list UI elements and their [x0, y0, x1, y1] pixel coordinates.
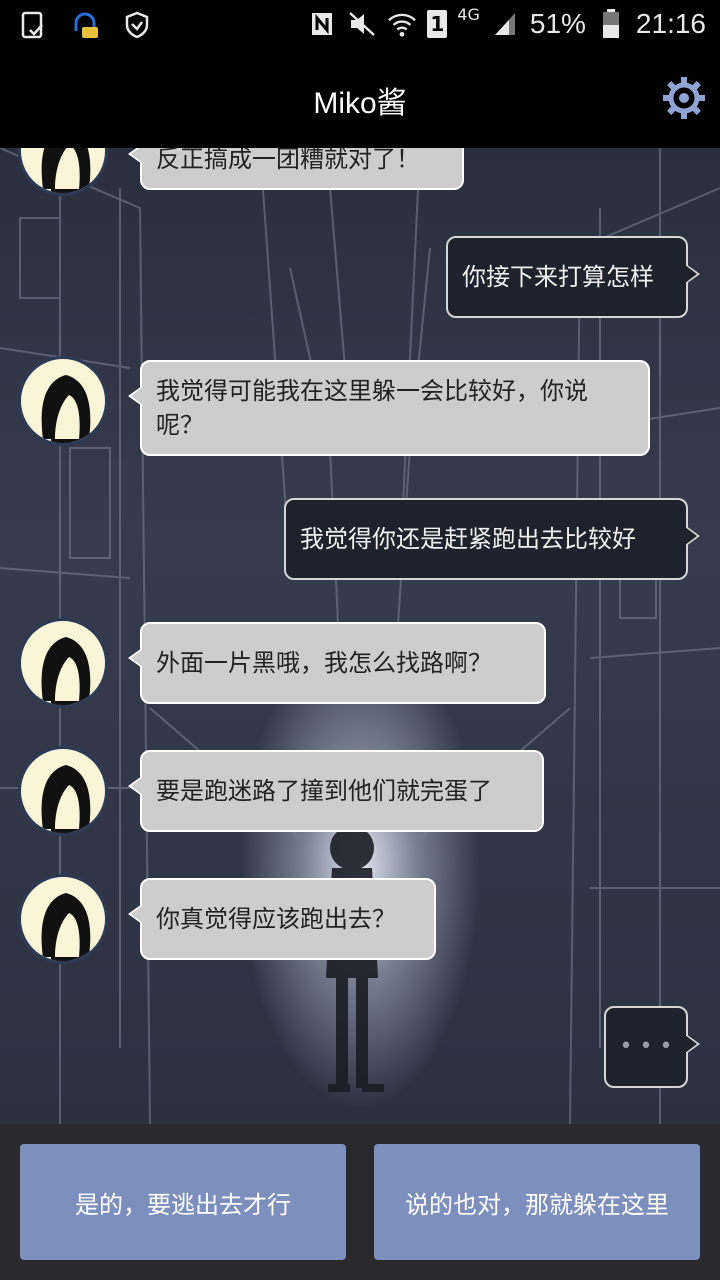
chat-area[interactable]: 反正搞成一团糟就对了！ 你接下来打算怎样 我觉得可能我在这里躲一会比较好，你说呢… [0, 148, 720, 1124]
mute-icon [347, 7, 377, 41]
message-bubble: 你真觉得应该跑出去？ [128, 878, 436, 960]
message-text: 反正搞成一团糟就对了！ [156, 148, 420, 173]
chat-screen: 1 4G 51% 21:16 Miko酱 反正搞成一团糟就对了！ 你接下来打算怎… [0, 0, 720, 1280]
signal-icon [490, 7, 520, 41]
avatar [18, 874, 108, 964]
clock: 21:16 [635, 8, 706, 39]
message-text: 你真觉得应该跑出去？ [156, 905, 396, 933]
message-text: 要是跑迷路了撞到他们就完蛋了 [156, 777, 492, 805]
settings-button[interactable] [662, 76, 706, 120]
wifi-icon [387, 7, 417, 41]
gear-icon [663, 77, 705, 119]
shield-icon [122, 8, 152, 42]
choice-button-2[interactable]: 说的也对，那就躲在这里 [374, 1144, 700, 1260]
sim-indicator: 1 [427, 10, 448, 38]
message-bubble: 外面一片黑哦，我怎么找路啊？ [128, 622, 546, 704]
message-text: 我觉得可能我在这里躲一会比较好，你说呢？ [156, 377, 588, 439]
choice-button-1[interactable]: 是的，要逃出去才行 [20, 1144, 346, 1260]
message-text: 你接下来打算怎样 [462, 263, 654, 291]
message-bubble: 反正搞成一团糟就对了！ [128, 148, 464, 190]
message-bubble: 我觉得你还是赶紧跑出去比较好 [284, 498, 700, 580]
battery-icon [596, 7, 626, 41]
page-title: Miko酱 [313, 87, 407, 120]
avatar [18, 148, 108, 196]
message-bubble: 要是跑迷路了撞到他们就完蛋了 [128, 750, 544, 832]
message-text: 我觉得你还是赶紧跑出去比较好 [300, 525, 636, 553]
avatar [18, 618, 108, 708]
nfc-icon [307, 7, 337, 41]
typing-indicator: • • • [604, 1006, 700, 1088]
app-header: Miko酱 [0, 50, 720, 148]
message-bubble: 我觉得可能我在这里躲一会比较好，你说呢？ [128, 360, 650, 456]
message-text: 外面一片黑哦，我怎么找路啊？ [156, 649, 492, 677]
status-bar: 1 4G 51% 21:16 [0, 0, 720, 50]
battery-percent: 51% [529, 8, 586, 39]
network-type: 4G [457, 4, 480, 24]
message-bubble: 你接下来打算怎样 [446, 236, 700, 318]
avatar [18, 746, 108, 836]
choice-bar: 是的，要逃出去才行 说的也对，那就躲在这里 [0, 1124, 720, 1280]
typing-dots: • • • [619, 1034, 673, 1059]
chat-notification-icon [70, 8, 100, 42]
avatar [18, 356, 108, 446]
screenshot-icon [18, 8, 48, 42]
